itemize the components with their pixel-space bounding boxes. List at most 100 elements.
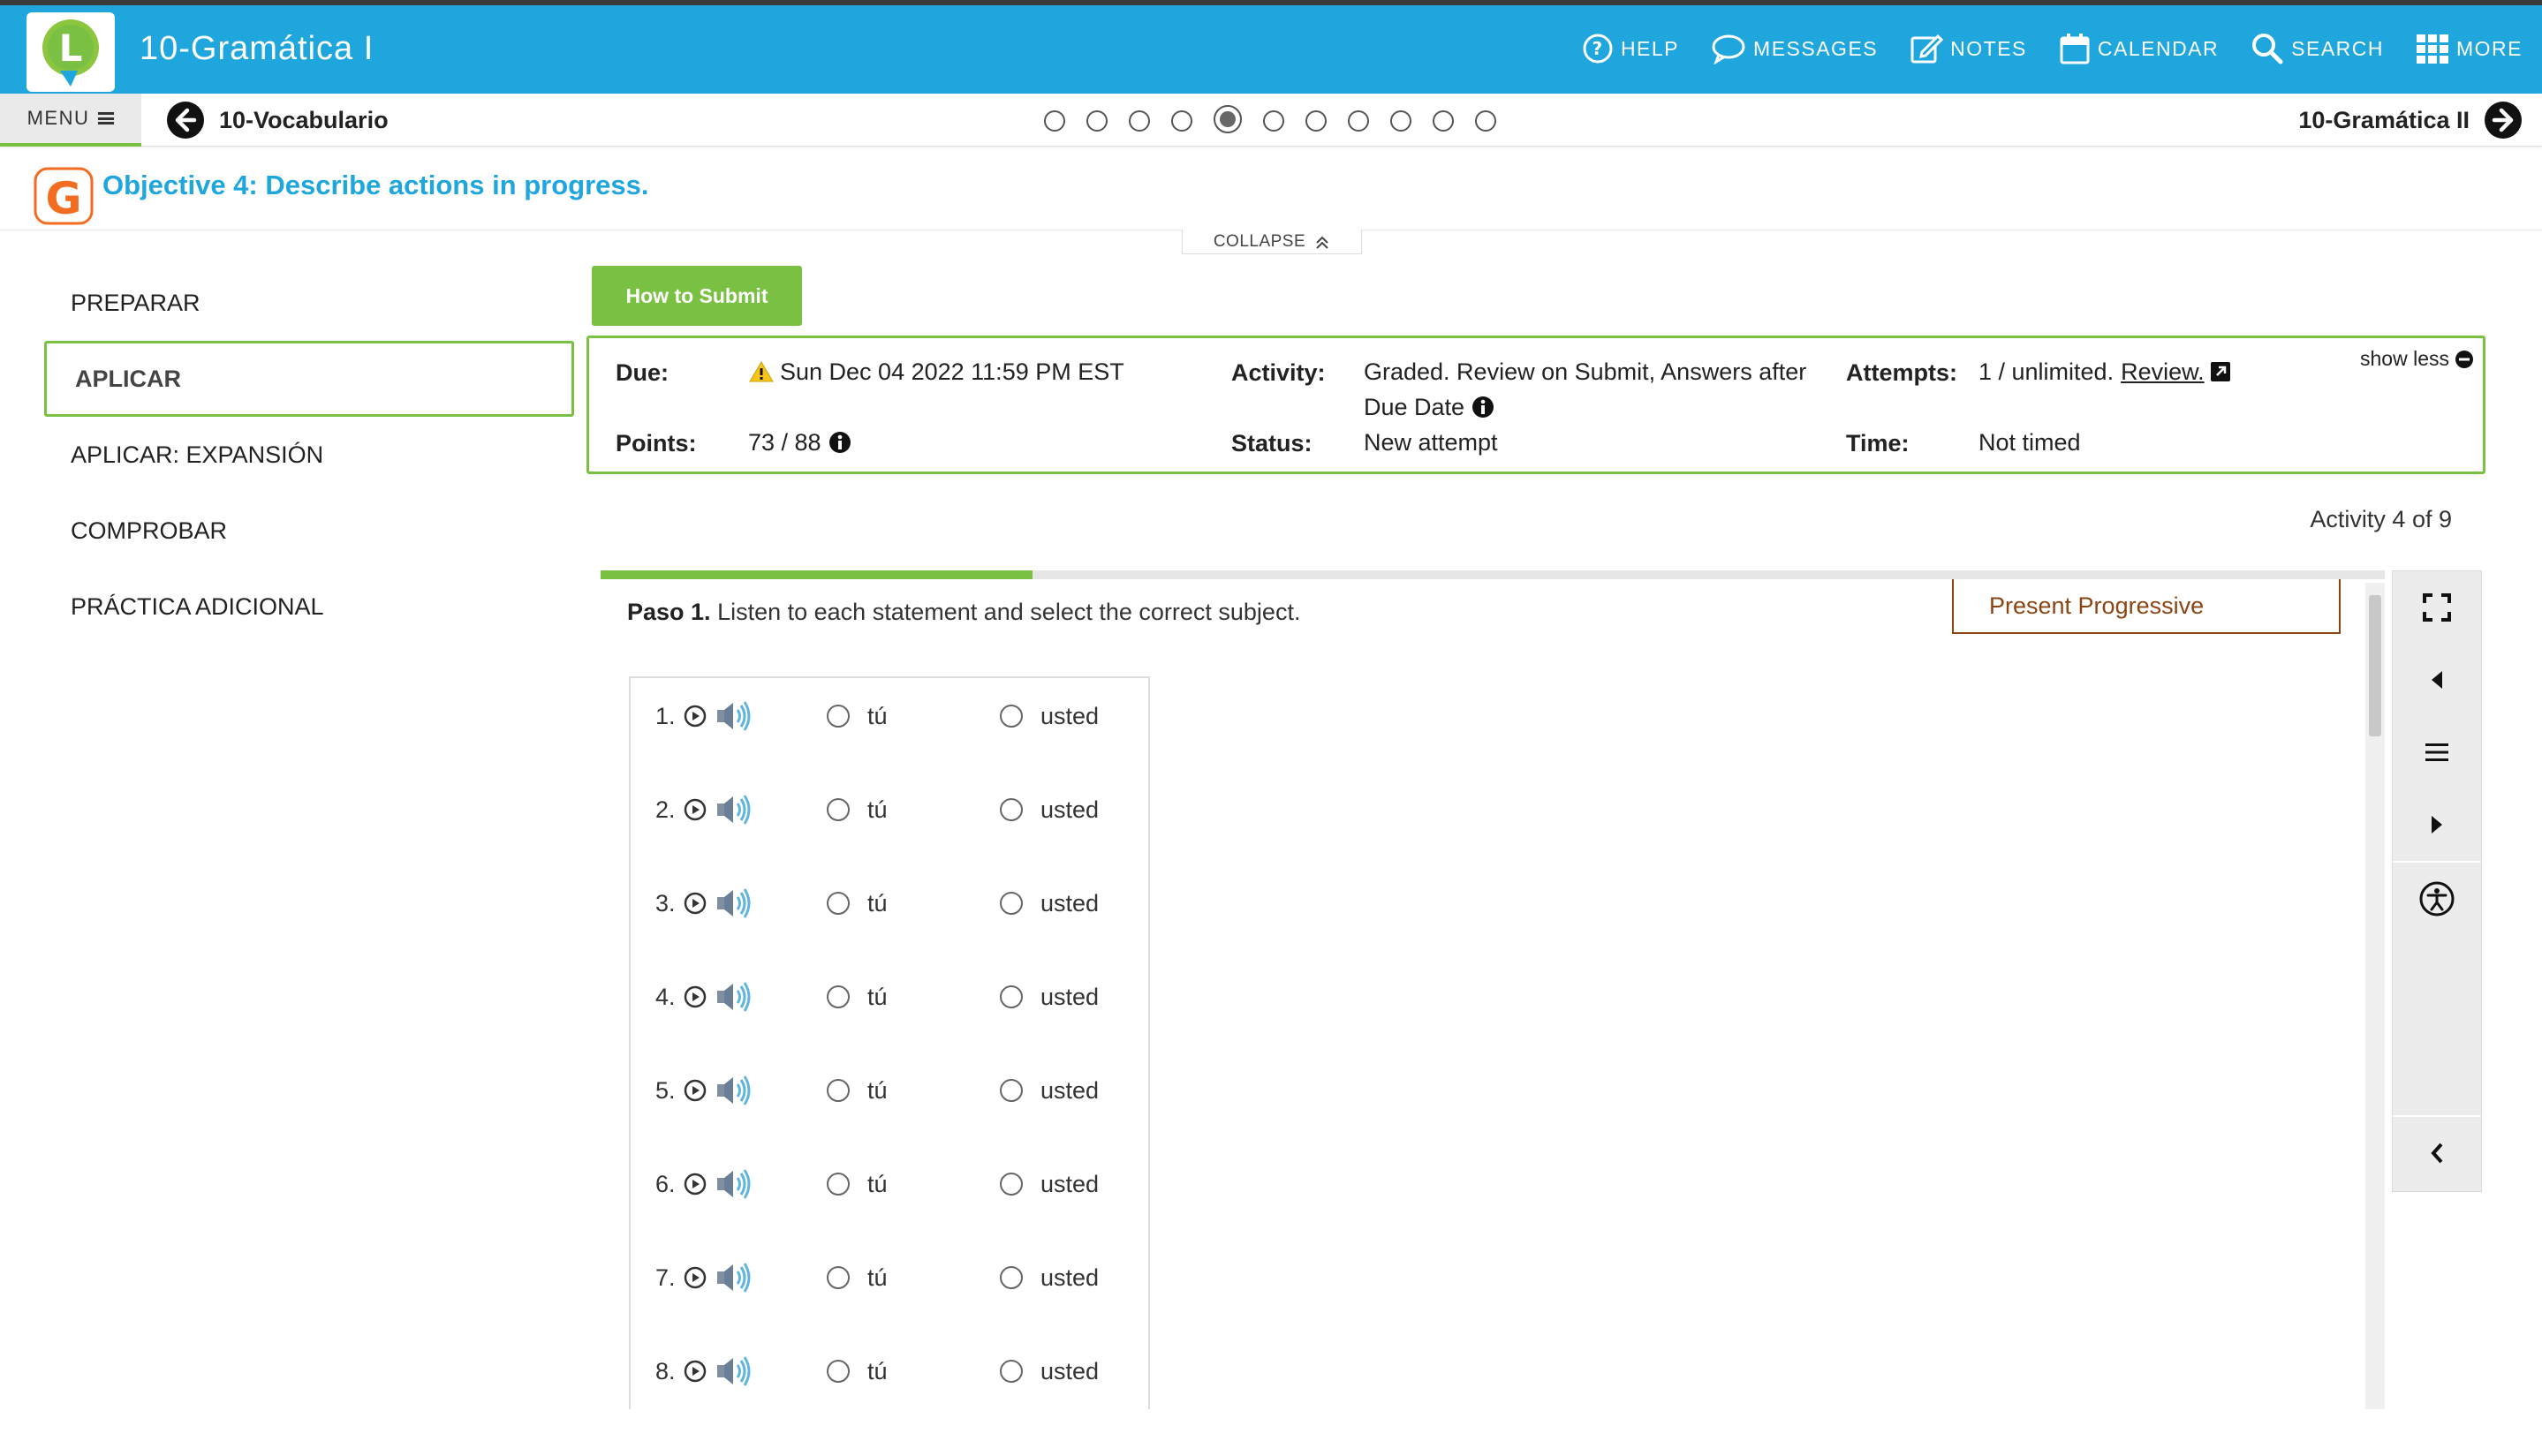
speaker-icon[interactable] xyxy=(715,1261,754,1294)
menu-underline xyxy=(0,143,141,147)
speaker-icon[interactable] xyxy=(715,980,754,1014)
arrow-right-circle-icon xyxy=(2485,102,2522,139)
radio-tu[interactable] xyxy=(827,705,850,728)
sidebar-item-comprobar[interactable]: COMPROBAR xyxy=(44,493,574,569)
step-list-button[interactable] xyxy=(2393,716,2481,788)
notes-button[interactable]: NOTES xyxy=(1910,33,2027,64)
calendar-button[interactable]: CALENDAR xyxy=(2059,32,2219,65)
scrollbar-thumb[interactable] xyxy=(2369,595,2381,736)
play-circle-icon[interactable] xyxy=(684,1079,707,1102)
radio-usted[interactable] xyxy=(1000,1266,1023,1289)
previous-lesson-link[interactable]: 10-Vocabulario xyxy=(166,101,389,140)
radio-usted[interactable] xyxy=(1000,1173,1023,1196)
content-scrollbar[interactable] xyxy=(2365,583,2385,1409)
question-row: 3. tú usted xyxy=(631,874,1148,927)
external-link-icon[interactable] xyxy=(2210,361,2231,382)
play-circle-icon[interactable] xyxy=(684,1266,707,1289)
present-progressive-tab[interactable]: Present Progressive xyxy=(1952,579,2341,634)
due-label: Due: xyxy=(616,359,669,386)
activity-progress-fill xyxy=(601,570,1033,579)
activity-dot-3[interactable] xyxy=(1129,110,1150,132)
speaker-icon[interactable] xyxy=(715,1074,754,1107)
radio-tu[interactable] xyxy=(827,798,850,821)
time-label: Time: xyxy=(1846,430,1910,456)
play-circle-icon[interactable] xyxy=(684,798,707,821)
help-icon: ? xyxy=(1583,34,1613,64)
next-lesson-link[interactable]: 10-Gramática II xyxy=(2298,101,2523,140)
speaker-icon[interactable] xyxy=(715,1354,754,1388)
radio-usted[interactable] xyxy=(1000,798,1023,821)
play-circle-icon[interactable] xyxy=(684,892,707,915)
time-value: Not timed xyxy=(1978,429,2081,456)
radio-tu[interactable] xyxy=(827,1079,850,1102)
question-row: 2. tú usted xyxy=(631,781,1148,834)
previous-step-button[interactable] xyxy=(2393,644,2481,716)
radio-tu[interactable] xyxy=(827,892,850,915)
how-to-submit-button[interactable]: How to Submit xyxy=(592,266,802,326)
next-step-button[interactable] xyxy=(2393,788,2481,861)
attempts-value: 1 / unlimited. xyxy=(1978,358,2115,385)
play-circle-icon[interactable] xyxy=(684,985,707,1008)
activity-value-line2-group: Due Date xyxy=(1364,389,1494,425)
activity-dot-7[interactable] xyxy=(1305,110,1327,132)
show-less-toggle[interactable]: show less xyxy=(2360,347,2474,371)
option-usted-label: usted xyxy=(1040,984,1100,1010)
accessibility-icon xyxy=(2419,881,2455,917)
search-button[interactable]: SEARCH xyxy=(2251,32,2384,65)
more-button[interactable]: MORE xyxy=(2416,34,2523,64)
sidebar-item-aplicar[interactable]: APLICAR xyxy=(44,341,574,417)
next-lesson-label: 10-Gramática II xyxy=(2298,106,2470,133)
activity-dot-4[interactable] xyxy=(1171,110,1192,132)
app-header: L 10-Gramática I ? HELP MESSAGES NOTES C… xyxy=(0,5,2542,94)
play-circle-icon[interactable] xyxy=(684,1360,707,1383)
activity-dot-9[interactable] xyxy=(1390,110,1411,132)
radio-usted[interactable] xyxy=(1000,705,1023,728)
radio-tu[interactable] xyxy=(827,1173,850,1196)
search-icon xyxy=(2252,34,2283,64)
radio-usted[interactable] xyxy=(1000,985,1023,1008)
messages-button[interactable]: MESSAGES xyxy=(1711,33,1878,64)
activity-dot-8[interactable] xyxy=(1348,110,1369,132)
sidebar-item-aplicar-expansion[interactable]: APLICAR: EXPANSIÓN xyxy=(44,417,574,493)
activity-dot-5-current[interactable] xyxy=(1214,105,1242,133)
question-row: 5. tú usted xyxy=(631,1061,1148,1114)
activity-dot-10[interactable] xyxy=(1433,110,1454,132)
activity-label: Activity: xyxy=(1231,359,1326,386)
radio-usted[interactable] xyxy=(1000,892,1023,915)
radio-usted[interactable] xyxy=(1000,1079,1023,1102)
info-icon[interactable] xyxy=(828,431,851,454)
activity-dot-11[interactable] xyxy=(1475,110,1496,132)
accessibility-button[interactable] xyxy=(2393,863,2481,935)
previous-lesson-label: 10-Vocabulario xyxy=(219,106,389,133)
activity-dot-2[interactable] xyxy=(1086,110,1108,132)
sidebar-item-practica-adicional[interactable]: PRÁCTICA ADICIONAL xyxy=(44,569,574,645)
speaker-icon[interactable] xyxy=(715,886,754,920)
play-circle-icon[interactable] xyxy=(684,705,707,728)
app-logo-icon[interactable]: L xyxy=(26,12,115,92)
activity-dot-6[interactable] xyxy=(1263,110,1284,132)
review-link[interactable]: Review. xyxy=(2121,354,2205,389)
speaker-icon[interactable] xyxy=(715,699,754,733)
radio-tu[interactable] xyxy=(827,1360,850,1383)
svg-text:?: ? xyxy=(1592,38,1603,59)
sidebar-item-label: PREPARAR xyxy=(71,289,200,316)
help-button[interactable]: ? HELP xyxy=(1582,33,1679,64)
play-circle-icon[interactable] xyxy=(684,1173,707,1196)
radio-usted[interactable] xyxy=(1000,1360,1023,1383)
question-list: 1. tú usted 2. tú usted 3. tú usted 4. tú usted 5. tú… xyxy=(629,676,1150,1409)
speaker-icon[interactable] xyxy=(715,1167,754,1201)
sidebar-item-preparar[interactable]: PREPARAR xyxy=(44,265,574,341)
instructions-text: Listen to each statement and select the … xyxy=(717,599,1301,625)
info-icon[interactable] xyxy=(1471,396,1494,419)
fullscreen-button[interactable] xyxy=(2393,571,2481,644)
menu-button[interactable]: MENU xyxy=(0,94,141,143)
status-value: New attempt xyxy=(1364,429,1498,456)
radio-tu[interactable] xyxy=(827,1266,850,1289)
warning-icon xyxy=(749,361,774,382)
radio-tu[interactable] xyxy=(827,985,850,1008)
speaker-icon[interactable] xyxy=(715,793,754,826)
question-number: 2. xyxy=(655,796,676,823)
collapse-button[interactable]: COLLAPSE xyxy=(1182,230,1362,254)
collapse-panel-button[interactable] xyxy=(2393,1117,2481,1189)
activity-dot-1[interactable] xyxy=(1044,110,1065,132)
